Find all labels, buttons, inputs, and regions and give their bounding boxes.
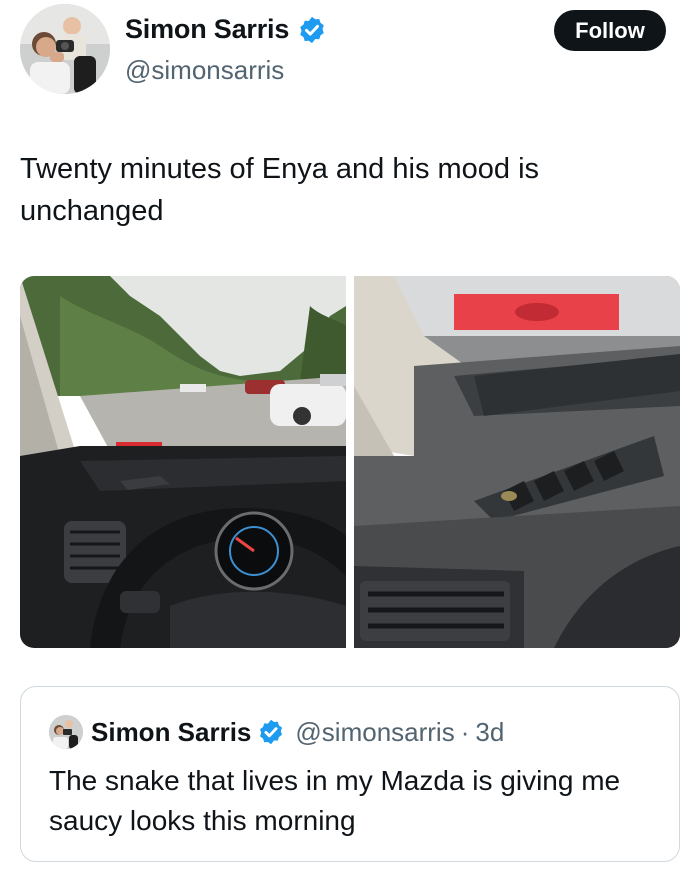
author-handle[interactable]: @simonsarris <box>125 55 284 86</box>
follow-button[interactable]: Follow <box>554 10 666 51</box>
separator-dot: · <box>460 716 470 747</box>
author-avatar[interactable] <box>20 4 110 94</box>
author-display-name[interactable]: Simon Sarris <box>125 14 289 45</box>
quoted-tweet-text: The snake that lives in my Mazda is givi… <box>49 765 621 836</box>
car-interior-image <box>20 276 346 648</box>
tweet-media <box>20 276 680 648</box>
verified-badge-icon <box>300 16 324 43</box>
tweet-header: Simon Sarris @simonsarris Follow <box>0 0 700 110</box>
dashboard-vent-image <box>354 276 680 648</box>
quoted-avatar-photo <box>49 715 83 749</box>
quoted-author-avatar[interactable] <box>49 715 83 749</box>
quoted-author-name[interactable]: Simon Sarris <box>91 717 251 748</box>
quoted-author-handle[interactable]: @simonsarris <box>295 717 454 748</box>
tweet-text: Twenty minutes of Enya and his mood is u… <box>20 153 540 227</box>
quoted-tweet[interactable]: Simon Sarris @simonsarris · 3d The snake… <box>20 686 680 862</box>
verified-badge-icon <box>260 719 283 745</box>
quoted-timestamp[interactable]: 3d <box>475 717 504 748</box>
avatar-photo <box>20 4 110 94</box>
car-dashboard-photo[interactable] <box>354 276 680 648</box>
quoted-author-row: Simon Sarris @simonsarris · 3d <box>91 715 504 749</box>
author-name-row: Simon Sarris <box>125 14 327 45</box>
car-interior-photo[interactable] <box>20 276 346 648</box>
